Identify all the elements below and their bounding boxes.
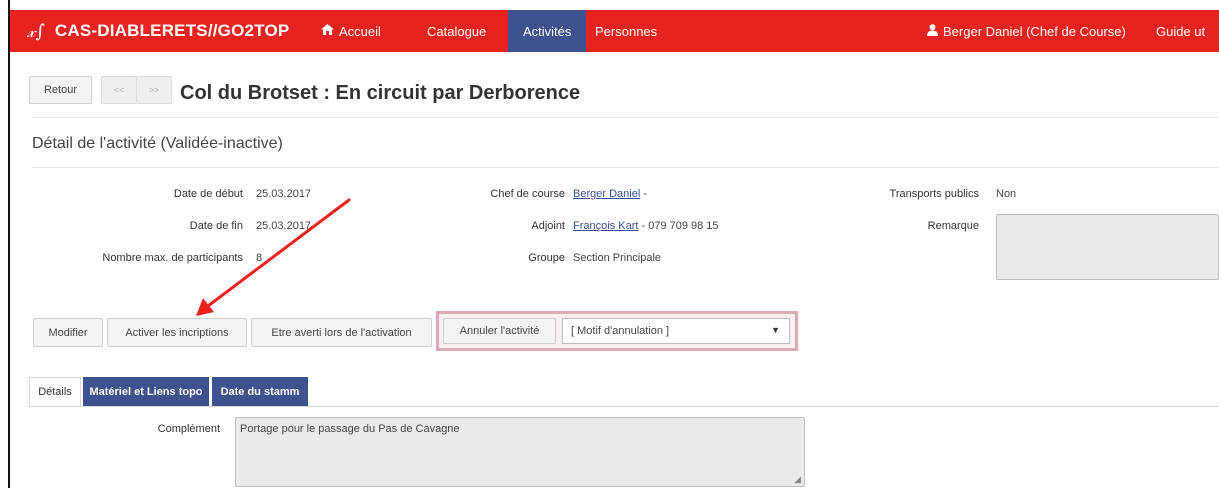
annotation-arrow-shaft	[206, 198, 351, 308]
annotation-arrow	[196, 198, 351, 316]
annotation-arrow-head	[196, 298, 214, 316]
